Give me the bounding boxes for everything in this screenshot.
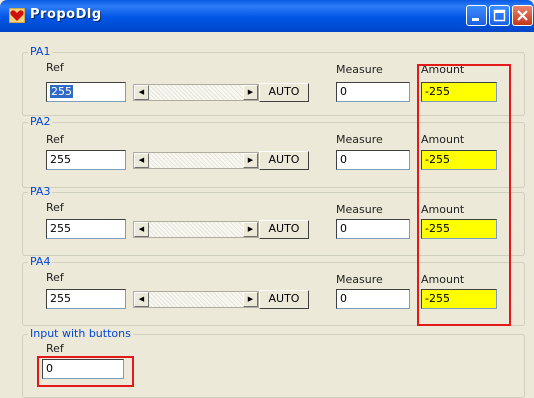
auto-button[interactable]: AUTO (259, 290, 309, 309)
ref-input[interactable]: 255 (46, 289, 126, 309)
ref-scrollbar[interactable]: ◀ ▶ (133, 84, 259, 101)
ref-input[interactable]: 255 (46, 219, 126, 239)
ref-label: Ref (46, 342, 64, 355)
scroll-right-icon[interactable]: ▶ (243, 85, 258, 100)
ref-input[interactable]: 255 (46, 82, 126, 102)
measure-label: Measure (336, 63, 383, 76)
ref-label: Ref (46, 133, 64, 146)
scroll-left-icon[interactable]: ◀ (134, 85, 149, 100)
maximize-icon (493, 9, 506, 22)
measure-input[interactable]: 0 (336, 219, 410, 239)
ref-scrollbar[interactable]: ◀ ▶ (133, 221, 259, 238)
group-pa4-title: PA4 (30, 255, 51, 268)
auto-button[interactable]: AUTO (259, 151, 309, 170)
window-title: PropoDlg (30, 7, 102, 22)
measure-label: Measure (336, 203, 383, 216)
measure-input[interactable]: 0 (336, 289, 410, 309)
scroll-right-icon[interactable]: ▶ (243, 292, 258, 307)
minimize-icon (472, 18, 479, 21)
measure-input[interactable]: 0 (336, 82, 410, 102)
ref-input[interactable]: 255 (46, 150, 126, 170)
minimize-button[interactable] (466, 5, 487, 26)
ref-label: Ref (46, 271, 64, 284)
ref-scrollbar[interactable]: ◀ ▶ (133, 152, 259, 169)
ref-label: Ref (46, 201, 64, 214)
close-icon (517, 10, 528, 21)
measure-label: Measure (336, 133, 383, 146)
group-pa3-title: PA3 (30, 185, 51, 198)
title-bar[interactable]: PropoDlg (0, 0, 534, 32)
scroll-right-icon[interactable]: ▶ (243, 153, 258, 168)
measure-label: Measure (336, 273, 383, 286)
amount-highlight-box (417, 64, 511, 326)
input-highlight-box (37, 356, 134, 387)
ref-scrollbar[interactable]: ◀ ▶ (133, 291, 259, 308)
auto-button[interactable]: AUTO (259, 220, 309, 239)
measure-input[interactable]: 0 (336, 150, 410, 170)
auto-button[interactable]: AUTO (259, 83, 309, 102)
scroll-left-icon[interactable]: ◀ (134, 153, 149, 168)
ref-value: 255 (50, 85, 73, 98)
ref-label: Ref (46, 61, 64, 74)
heart-icon (9, 8, 25, 23)
close-button[interactable] (512, 5, 533, 26)
maximize-button[interactable] (489, 5, 510, 26)
group-pa1-title: PA1 (30, 45, 51, 58)
scroll-left-icon[interactable]: ◀ (134, 222, 149, 237)
scroll-right-icon[interactable]: ▶ (243, 222, 258, 237)
group-pa2-title: PA2 (30, 115, 51, 128)
group-input-title: Input with buttons (30, 327, 131, 340)
scroll-left-icon[interactable]: ◀ (134, 292, 149, 307)
